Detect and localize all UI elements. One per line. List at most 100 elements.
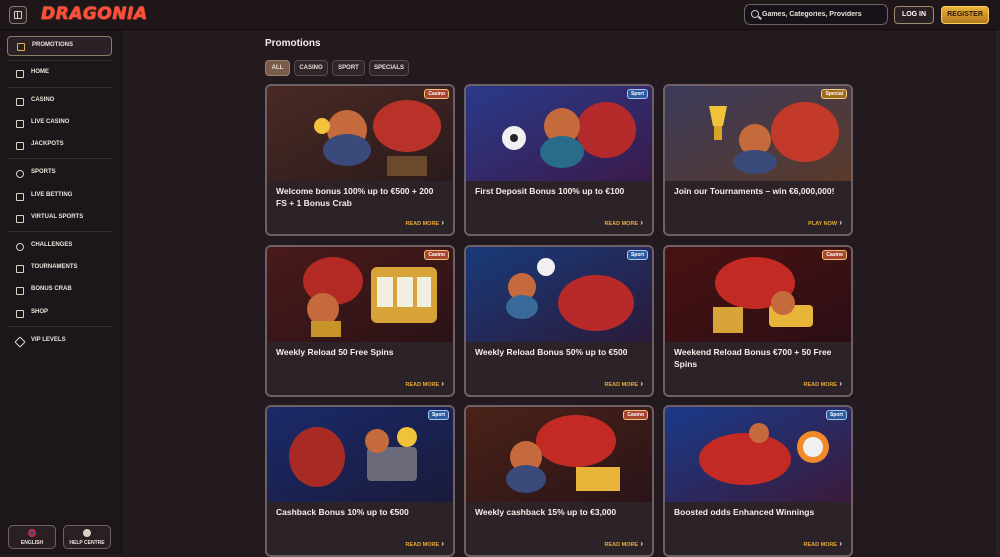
sidebar-item-label: VIP LEVELS (31, 337, 66, 343)
read-more-link[interactable]: READ MORE (405, 379, 444, 388)
promo-image (267, 86, 453, 181)
read-more-link[interactable]: READ MORE (405, 539, 444, 548)
sidebar-item-label: CHALLENGES (31, 242, 73, 248)
sidebar-item-bonus-crab[interactable]: BONUS CRAB (7, 281, 112, 301)
promo-card[interactable]: Sport First Deposit Bonus 100% up to €10… (464, 84, 654, 236)
promo-card[interactable]: Special Join our Tournaments – win €6,00… (663, 84, 853, 236)
sidebar-item-jackpots[interactable]: JACKPOTS (7, 136, 112, 156)
sidebar-item-label: JACKPOTS (31, 141, 64, 147)
promo-title: Weekend Reload Bonus €700 + 50 Free Spin… (674, 347, 832, 369)
read-more-link[interactable]: READ MORE (803, 539, 842, 548)
category-badge: Casino (822, 250, 847, 260)
cards-icon (16, 120, 24, 128)
promo-image (466, 247, 652, 342)
sidebar-item-virtual-sports[interactable]: VIRTUAL SPORTS (7, 209, 112, 229)
register-button[interactable]: REGISTER (941, 6, 989, 24)
promo-card[interactable]: Casino Weekly Reload 50 Free Spins READ … (265, 245, 455, 397)
sidebar-item-label: CASINO (31, 97, 55, 103)
category-badge: Special (821, 89, 847, 99)
search-box[interactable] (744, 4, 888, 25)
sidebar: PROMOTIONS HOME CASINO LIVE CASINO JACKP… (0, 30, 122, 554)
sidebar-item-shop[interactable]: SHOP (7, 304, 112, 324)
search-input[interactable] (762, 7, 884, 22)
top-bar: DRAGONIA LOG IN REGISTER (0, 0, 1000, 30)
read-more-link[interactable]: READ MORE (405, 218, 444, 227)
sidebar-item-promotions[interactable]: PROMOTIONS (7, 36, 112, 56)
promo-card[interactable]: Sport Cashback Bonus 10% up to €500 READ… (265, 405, 455, 557)
language-label: ENGLISH (20, 540, 44, 546)
tab-all[interactable]: ALL (265, 60, 290, 76)
promo-card[interactable]: Sport Weekly Reload Bonus 50% up to €500… (464, 245, 654, 397)
home-icon (16, 70, 24, 78)
page-title: Promotions (265, 38, 321, 49)
sidebar-item-sports[interactable]: SPORTS (7, 164, 112, 184)
promo-card[interactable]: Casino Weekly cashback 15% up to €3,000 … (464, 405, 654, 557)
sidebar-item-label: VIRTUAL SPORTS (31, 214, 84, 220)
sidebar-item-casino[interactable]: CASINO (7, 92, 112, 112)
medal-icon (16, 243, 24, 251)
promo-title: Cashback Bonus 10% up to €500 (276, 507, 409, 517)
sidebar-divider (7, 231, 113, 232)
sidebar-item-label: LIVE CASINO (31, 119, 70, 125)
crab-icon (16, 287, 24, 295)
sidebar-item-label: PROMOTIONS (32, 42, 74, 48)
sidebar-divider (7, 60, 113, 61)
promo-title: Weekly cashback 15% up to €3,000 (475, 507, 617, 517)
tab-sport[interactable]: SPORT (332, 60, 365, 76)
read-more-link[interactable]: READ MORE (604, 379, 643, 388)
sidebar-item-challenges[interactable]: CHALLENGES (7, 237, 112, 257)
sidebar-item-label: SPORTS (31, 169, 56, 175)
clover-icon (16, 142, 24, 150)
promo-card[interactable]: Casino Welcome bonus 100% up to €500 + 2… (265, 84, 455, 236)
play-now-link[interactable]: PLAY NOW (808, 218, 842, 227)
controller-icon (16, 215, 24, 223)
sidebar-item-live-betting[interactable]: LIVE BETTING (7, 187, 112, 207)
ball-icon (16, 170, 24, 178)
sidebar-item-label: TOURNAMENTS (31, 264, 78, 270)
promo-title: Weekly Reload Bonus 50% up to €500 (475, 347, 628, 357)
category-badge: Sport (626, 89, 648, 99)
help-icon (83, 529, 91, 537)
shop-icon (16, 310, 24, 318)
category-badge: Casino (424, 250, 449, 260)
sidebar-item-label: LIVE BETTING (31, 192, 73, 198)
sidebar-toggle-button[interactable] (9, 6, 27, 24)
read-more-link[interactable]: READ MORE (803, 379, 842, 388)
tab-specials[interactable]: SPECIALS (369, 60, 409, 76)
read-more-link[interactable]: READ MORE (604, 539, 643, 548)
promo-card[interactable]: Casino Weekend Reload Bonus €700 + 50 Fr… (663, 245, 853, 397)
casino-icon (16, 98, 24, 106)
promo-image (267, 407, 453, 502)
sidebar-item-vip-levels[interactable]: VIP LEVELS (7, 332, 112, 352)
language-button[interactable]: ENGLISH (8, 525, 56, 549)
sidebar-item-label: SHOP (31, 309, 49, 315)
sidebar-divider (7, 326, 113, 327)
promo-title: Welcome bonus 100% up to €500 + 200 FS +… (276, 186, 434, 208)
promo-title: First Deposit Bonus 100% up to €100 (475, 186, 625, 196)
promo-title: Weekly Reload 50 Free Spins (276, 347, 394, 357)
sidebar-item-tournaments[interactable]: TOURNAMENTS (7, 259, 112, 279)
read-more-link[interactable]: READ MORE (604, 218, 643, 227)
promo-image (466, 86, 652, 181)
trophy-icon (16, 265, 24, 273)
page-scrollbar[interactable] (996, 30, 1000, 554)
sidebar-divider (7, 158, 113, 159)
sidebar-divider (7, 87, 113, 88)
category-badge: Casino (623, 410, 648, 420)
sidebar-item-home[interactable]: HOME (7, 64, 112, 84)
gift-icon (17, 43, 25, 51)
live-icon (16, 193, 24, 201)
sidebar-item-label: HOME (31, 69, 49, 75)
promo-image (267, 247, 453, 342)
help-centre-button[interactable]: HELP CENTRE (63, 525, 111, 549)
promo-card[interactable]: Sport Boosted odds Enhanced Winnings REA… (663, 405, 853, 557)
promo-image (466, 407, 652, 502)
promo-title: Boosted odds Enhanced Winnings (674, 507, 815, 517)
category-badge: Sport (825, 410, 847, 420)
tab-casino[interactable]: CASINO (294, 60, 328, 76)
category-badge: Sport (626, 250, 648, 260)
sidebar-item-label: BONUS CRAB (31, 286, 72, 292)
logo[interactable]: DRAGONIA (41, 4, 147, 24)
sidebar-item-live-casino[interactable]: LIVE CASINO (7, 114, 112, 134)
login-button[interactable]: LOG IN (894, 6, 934, 24)
